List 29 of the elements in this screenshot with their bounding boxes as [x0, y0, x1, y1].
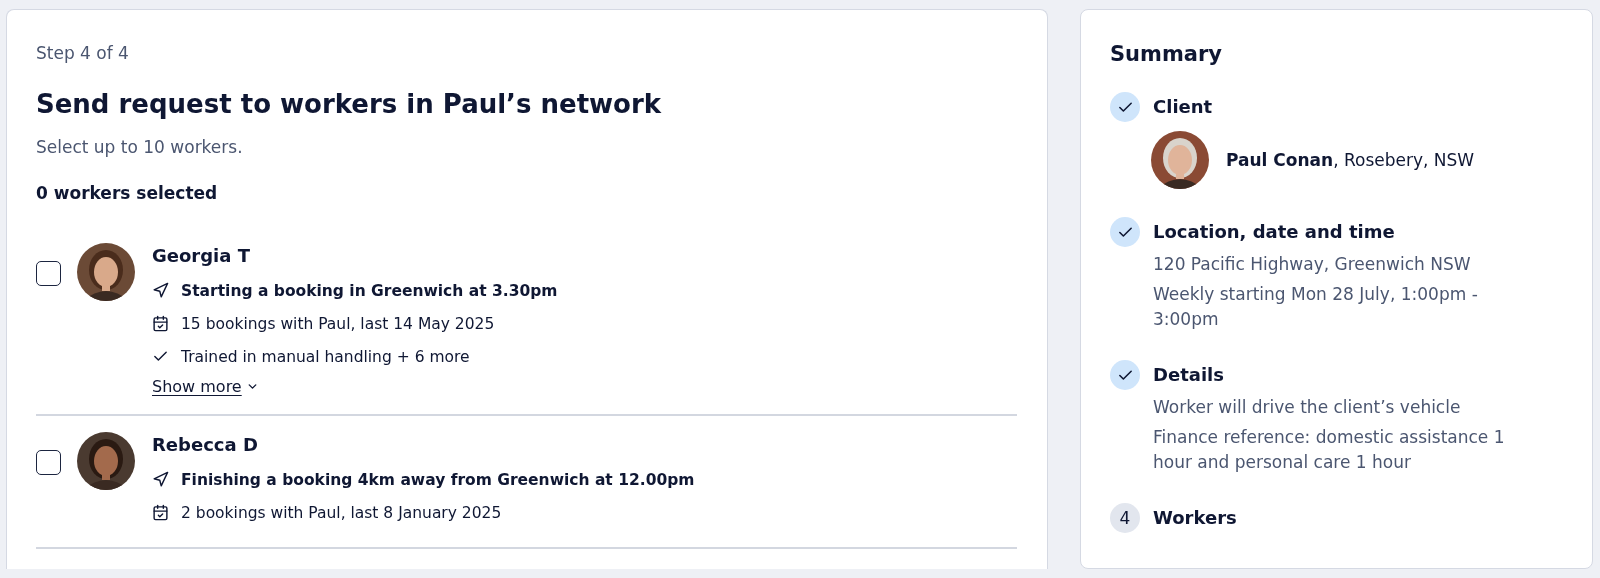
step-title: Client [1153, 95, 1214, 119]
step-title: Location, date and time [1153, 220, 1396, 244]
calendar-check-icon [152, 315, 169, 332]
worker-name: Rebecca D [152, 434, 259, 455]
navigation-arrow-icon [152, 471, 169, 488]
page-title: Send request to workers in Paul’s network [36, 89, 663, 119]
navigation-arrow-icon [152, 282, 169, 299]
step-title: Workers [1153, 506, 1237, 530]
summary-title: Summary [1110, 42, 1224, 66]
step-detail: Finance reference: domestic assistance 1 hour and personal care 1 hour [1153, 426, 1506, 474]
step-detail: Worker will drive the client’s vehicle [1153, 396, 1462, 419]
worker-detail: Finishing a booking 4km away from Greenwich at 12.00pm [181, 470, 695, 489]
step-label: Step 4 of 4 [36, 43, 130, 63]
worker-checkbox[interactable] [36, 261, 61, 286]
worker-detail: Starting a booking in Greenwich at 3.30pm [181, 281, 558, 300]
worker-name: Georgia T [152, 245, 251, 266]
worker-checkbox[interactable] [36, 450, 61, 475]
calendar-check-icon [152, 504, 169, 521]
selected-count: 0 workers selected [36, 183, 219, 203]
step-number: 4 [1110, 503, 1140, 533]
step-detail: 120 Pacific Highway, Greenwich NSW [1153, 253, 1472, 276]
subtitle: Select up to 10 workers. [36, 137, 244, 157]
step-title: Details [1153, 363, 1225, 387]
show-more-link[interactable]: Show more [152, 377, 259, 396]
client-name: Paul Conan, Rosebery, NSW [1226, 150, 1475, 170]
worker-detail: 15 bookings with Paul, last 14 May 2025 [181, 314, 495, 333]
worker-detail: Trained in manual handling + 6 more [181, 347, 470, 366]
worker-detail: 2 bookings with Paul, last 8 January 2025 [181, 503, 502, 522]
step-detail: Weekly starting Mon 28 July, 1:00pm - 3:00pm [1153, 283, 1479, 331]
